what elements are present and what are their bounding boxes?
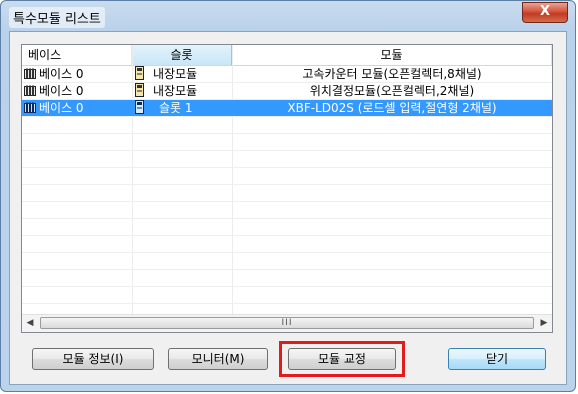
list-header: 베이스 슬롯 모듈 bbox=[22, 45, 552, 66]
empty-row bbox=[22, 168, 552, 185]
scroll-right-icon[interactable]: ▶ bbox=[536, 315, 552, 332]
empty-row bbox=[22, 185, 552, 202]
module-cell: 고속카운터 모듈(오픈컬렉터,8채널) bbox=[302, 67, 482, 81]
module-info-button[interactable]: 모듈 정보(I) bbox=[32, 348, 154, 370]
base-cell: 베이스 0 bbox=[39, 84, 84, 98]
window-title: 특수모듈 리스트 bbox=[9, 7, 105, 28]
dialog-body: 베이스 슬롯 모듈 베이스 0 내장모듈 고속카운터 모듈(오픈컬렉터,8채널)… bbox=[9, 31, 567, 385]
module-slot-icon bbox=[135, 66, 144, 80]
special-module-list-window: 특수모듈 리스트 X 베이스 슬롯 모듈 베이스 0 내장모듈 고속카운터 모듈… bbox=[0, 0, 576, 392]
table-row[interactable]: 베이스 0 내장모듈 고속카운터 모듈(오픈컬렉터,8채널) bbox=[22, 66, 552, 83]
column-header-base[interactable]: 베이스 bbox=[22, 45, 132, 65]
close-window-button[interactable]: X bbox=[522, 2, 568, 23]
empty-row bbox=[22, 236, 552, 253]
base-cell: 베이스 0 bbox=[39, 67, 84, 81]
module-cell: XBF-LD02S (로드셀 입력,절연형 2채널) bbox=[287, 101, 497, 115]
table-row[interactable]: 베이스 0 내장모듈 위치결정모듈(오픈컬렉터,2채널) bbox=[22, 83, 552, 100]
empty-row bbox=[22, 253, 552, 270]
module-cell: 위치결정모듈(오픈컬렉터,2채널) bbox=[309, 84, 475, 98]
base-rack-icon bbox=[24, 68, 36, 79]
title-bar: 특수모듈 리스트 X bbox=[1, 1, 575, 31]
monitor-button[interactable]: 모니터(M) bbox=[168, 348, 268, 370]
empty-row bbox=[22, 151, 552, 168]
module-list[interactable]: 베이스 슬롯 모듈 베이스 0 내장모듈 고속카운터 모듈(오픈컬렉터,8채널)… bbox=[21, 44, 553, 333]
empty-row bbox=[22, 117, 552, 134]
empty-row bbox=[22, 219, 552, 236]
module-slot-icon bbox=[135, 83, 144, 97]
empty-row bbox=[22, 134, 552, 151]
column-header-module[interactable]: 모듈 bbox=[232, 45, 552, 65]
base-rack-icon bbox=[24, 102, 36, 113]
table-row-selected[interactable]: 베이스 0 슬롯 1 XBF-LD02S (로드셀 입력,절연형 2채널) bbox=[22, 100, 552, 117]
empty-row bbox=[22, 270, 552, 287]
module-calibration-button[interactable]: 모듈 교정 bbox=[288, 348, 396, 370]
close-button[interactable]: 닫기 bbox=[448, 348, 546, 370]
slot-cell: 내장모듈 bbox=[153, 84, 198, 98]
empty-row bbox=[22, 202, 552, 219]
horizontal-scrollbar[interactable]: ◀ III ▶ bbox=[22, 314, 552, 332]
module-slot-icon bbox=[135, 100, 144, 114]
base-rack-icon bbox=[24, 85, 36, 96]
slot-cell: 내장모듈 bbox=[153, 67, 198, 81]
column-header-slot[interactable]: 슬롯 bbox=[132, 45, 232, 65]
slot-cell: 슬롯 1 bbox=[159, 101, 193, 115]
base-cell: 베이스 0 bbox=[39, 101, 84, 115]
empty-row bbox=[22, 287, 552, 304]
scrollbar-thumb[interactable]: III bbox=[40, 317, 534, 329]
scroll-left-icon[interactable]: ◀ bbox=[22, 315, 38, 332]
